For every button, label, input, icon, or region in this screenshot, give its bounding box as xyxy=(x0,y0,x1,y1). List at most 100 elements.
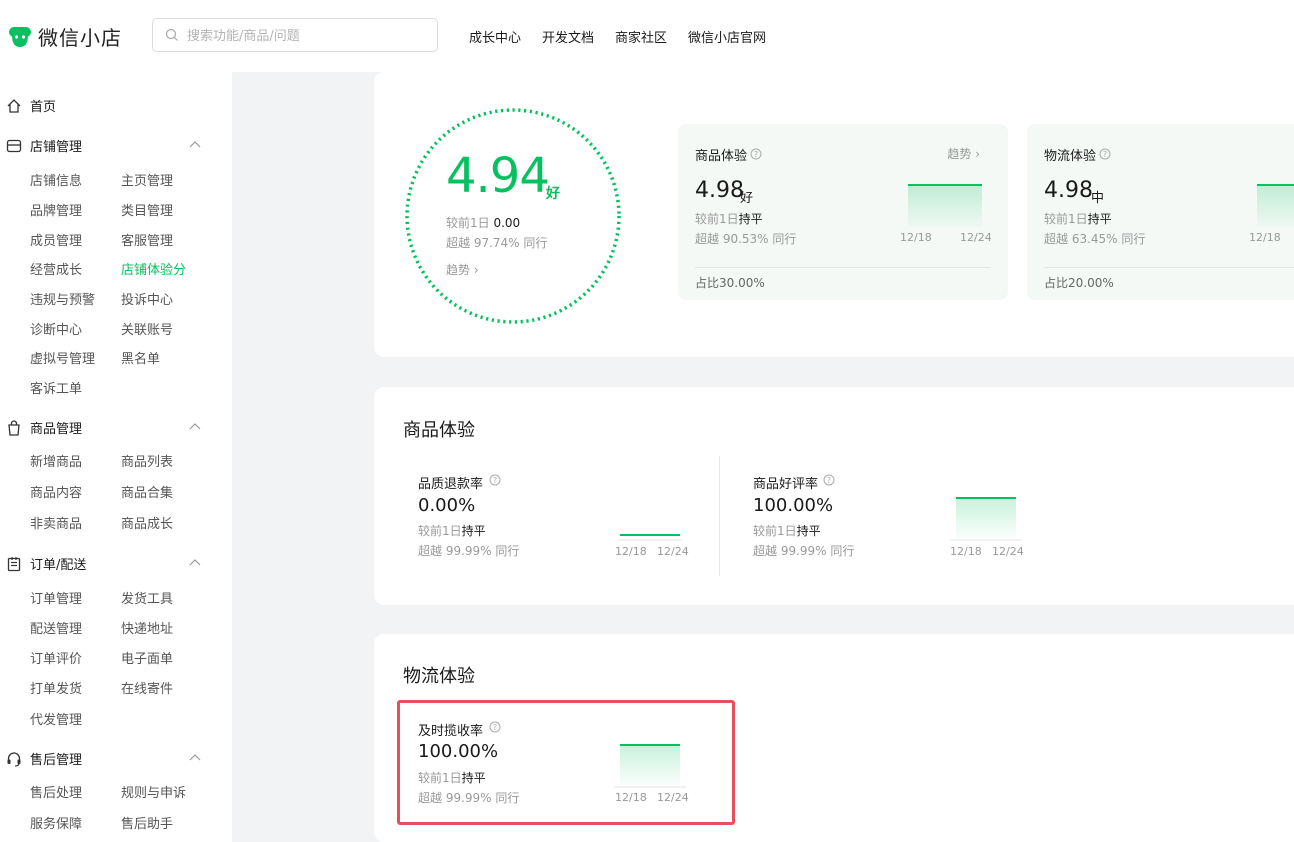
sidebar-item-linked-accounts[interactable]: 关联账号 xyxy=(121,319,173,338)
sidebar-item-new-product[interactable]: 新增商品 xyxy=(30,451,82,470)
card-score: 4.98 xyxy=(695,178,744,203)
chevron-up-icon[interactable] xyxy=(188,139,202,149)
nav-dev-docs[interactable]: 开发文档 xyxy=(542,27,594,46)
sidebar-group-orders[interactable]: 订单/配送 xyxy=(6,554,204,573)
sidebar-item-e-waybill[interactable]: 电子面单 xyxy=(121,648,173,667)
sidebar-item-online-send[interactable]: 在线寄件 xyxy=(121,678,173,697)
help-icon[interactable]: ? xyxy=(489,721,501,733)
top-bar: 微信小店 成长中心 开发文档 商家社区 微信小店官网 xyxy=(0,0,1294,72)
metric-value: 0.00% xyxy=(418,495,476,516)
sidebar-item-category[interactable]: 类目管理 xyxy=(121,200,173,219)
sidebar-item-virtual-number[interactable]: 虚拟号管理 xyxy=(30,348,95,367)
sidebar-item-courier-address[interactable]: 快递地址 xyxy=(121,618,173,637)
sidebar-group-store[interactable]: 店铺管理 xyxy=(6,136,204,155)
nav-growth-center[interactable]: 成长中心 xyxy=(469,27,521,46)
sidebar-item-order-manage[interactable]: 订单管理 xyxy=(30,588,82,607)
sidebar-item-aftersale-assistant[interactable]: 售后助手 xyxy=(121,813,173,832)
sidebar-item-product-content[interactable]: 商品内容 xyxy=(30,482,82,501)
chevron-up-icon[interactable] xyxy=(188,557,202,567)
help-icon[interactable]: ? xyxy=(489,474,501,486)
metric-beat: 超越 99.99% 同行 xyxy=(418,544,520,558)
sidebar: 首页 店铺管理 店铺信息 主页管理 品牌管理 类目管理 成员管理 客服管理 经营… xyxy=(0,72,232,842)
tick-label: 12/24 xyxy=(960,231,992,244)
card-grade: 好 xyxy=(740,191,754,206)
metric-compare: 较前1日持平 xyxy=(418,524,486,538)
card-compare: 较前1日持平 xyxy=(695,212,763,226)
sidebar-item-brand[interactable]: 品牌管理 xyxy=(30,200,82,219)
metric-value: 100.00% xyxy=(418,741,499,762)
card-beat: 超越 63.45% 同行 xyxy=(1044,232,1146,246)
card-share: 占比30.00% xyxy=(695,276,765,290)
help-icon[interactable]: ? xyxy=(750,148,762,160)
sidebar-group-label: 商品管理 xyxy=(30,422,83,437)
trend-sparkline xyxy=(950,497,1022,541)
sidebar-item-service-guarantee[interactable]: 服务保障 xyxy=(30,813,82,832)
card-share: 占比20.00% xyxy=(1044,276,1114,290)
sidebar-item-aftersale-handle[interactable]: 售后处理 xyxy=(30,782,82,801)
overall-beat: 超越 97.74% 同行 xyxy=(446,236,548,250)
overall-trend-link[interactable]: 趋势 › xyxy=(446,261,479,278)
shopping-bag-icon xyxy=(8,419,20,436)
sidebar-item-print-ship[interactable]: 打单发货 xyxy=(30,678,82,697)
metric-beat: 超越 99.99% 同行 xyxy=(418,791,520,805)
sidebar-item-product-collection[interactable]: 商品合集 xyxy=(121,482,173,501)
sidebar-item-non-sale[interactable]: 非卖商品 xyxy=(30,513,82,532)
sidebar-item-dropship[interactable]: 代发管理 xyxy=(30,709,82,728)
trend-sparkline xyxy=(618,534,682,541)
sidebar-group-products[interactable]: 商品管理 xyxy=(6,418,204,437)
sidebar-item-store-score[interactable]: 店铺体验分 xyxy=(121,259,186,278)
sidebar-item-complaints[interactable]: 投诉中心 xyxy=(121,289,173,308)
trend-sparkline xyxy=(1257,184,1294,227)
sidebar-item-homepage[interactable]: 主页管理 xyxy=(121,170,173,189)
tick-label: 12/24 xyxy=(657,545,689,558)
sidebar-item-home[interactable]: 首页 xyxy=(6,96,56,115)
sidebar-home-label: 首页 xyxy=(30,100,57,115)
product-experience-section xyxy=(374,387,1294,605)
sidebar-item-delivery-manage[interactable]: 配送管理 xyxy=(30,618,82,637)
sidebar-item-product-growth[interactable]: 商品成长 xyxy=(121,513,173,532)
sidebar-item-growth[interactable]: 经营成长 xyxy=(30,259,82,278)
sidebar-item-complaint-tickets[interactable]: 客诉工单 xyxy=(30,378,82,397)
nav-merchant-community[interactable]: 商家社区 xyxy=(615,27,667,46)
card-compare: 较前1日持平 xyxy=(1044,212,1112,226)
sidebar-item-order-reviews[interactable]: 订单评价 xyxy=(30,648,82,667)
nav-official-site[interactable]: 微信小店官网 xyxy=(688,27,766,46)
tick-label: 12/18 xyxy=(615,791,647,804)
chevron-up-icon[interactable] xyxy=(188,421,202,431)
help-icon[interactable]: ? xyxy=(823,474,835,486)
search-input[interactable] xyxy=(185,19,429,53)
card-score: 4.98 xyxy=(1044,178,1093,203)
top-nav: 成长中心 开发文档 商家社区 微信小店官网 xyxy=(469,27,766,46)
overall-compare: 较前1日 0.00 xyxy=(446,216,521,230)
sidebar-item-members[interactable]: 成员管理 xyxy=(30,230,82,249)
app-logo[interactable]: 微信小店 xyxy=(8,22,122,51)
logistics-experience-card[interactable]: 物流体验 ? 4.98 中 较前1日持平 超越 63.45% 同行 占比20.0… xyxy=(1027,124,1294,300)
tick-label: 12/18 xyxy=(615,545,647,558)
sidebar-item-customer-service[interactable]: 客服管理 xyxy=(121,230,173,249)
card-trend-link[interactable]: 趋势 › xyxy=(947,145,980,162)
sidebar-item-blacklist[interactable]: 黑名单 xyxy=(121,348,160,367)
sidebar-item-shipping-tools[interactable]: 发货工具 xyxy=(121,588,173,607)
help-icon[interactable]: ? xyxy=(1099,148,1111,160)
metric-title: 及时揽收率 xyxy=(418,724,484,739)
search-icon xyxy=(165,28,178,41)
sidebar-item-violations[interactable]: 违规与预警 xyxy=(30,289,95,308)
sidebar-group-label: 店铺管理 xyxy=(30,140,83,155)
trend-sparkline xyxy=(908,184,982,227)
sidebar-item-product-list[interactable]: 商品列表 xyxy=(121,451,173,470)
divider xyxy=(1044,267,1294,268)
search-box[interactable] xyxy=(152,18,438,53)
home-icon xyxy=(7,98,21,113)
card-title: 商品体验 xyxy=(695,149,748,164)
sidebar-group-aftersales[interactable]: 售后管理 xyxy=(6,749,204,768)
sidebar-item-diagnosis[interactable]: 诊断中心 xyxy=(30,319,82,338)
metric-compare: 较前1日持平 xyxy=(753,524,821,538)
svg-text:?: ? xyxy=(1103,150,1107,159)
card-grade: 中 xyxy=(1091,191,1105,206)
tick-label: 12/24 xyxy=(657,791,689,804)
sidebar-item-rules-appeal[interactable]: 规则与申诉 xyxy=(121,782,186,801)
chevron-up-icon[interactable] xyxy=(188,752,202,762)
metric-compare: 较前1日持平 xyxy=(418,771,486,785)
trend-sparkline xyxy=(614,744,686,788)
sidebar-item-store-info[interactable]: 店铺信息 xyxy=(30,170,82,189)
